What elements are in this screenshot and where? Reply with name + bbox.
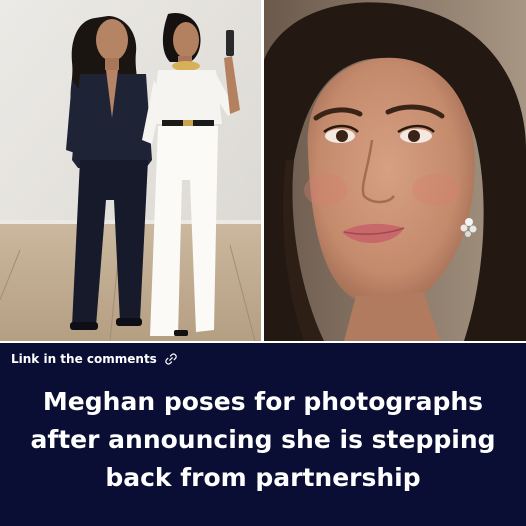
headline: Meghan poses for photographs after annou… [30, 387, 496, 492]
photo-portrait-image [264, 0, 526, 341]
photo-two-women-posing[interactable] [0, 0, 261, 341]
photo-two-women-image [0, 0, 261, 341]
link-in-comments[interactable]: Link in the comments [11, 350, 178, 368]
caption-banner: Link in the comments Meghan poses for ph… [0, 343, 526, 526]
social-post: Link in the comments Meghan poses for ph… [0, 0, 526, 526]
link-icon [164, 352, 178, 366]
photo-collage [0, 0, 526, 343]
photo-portrait-closeup[interactable] [264, 0, 526, 341]
link-label: Link in the comments [11, 352, 157, 366]
